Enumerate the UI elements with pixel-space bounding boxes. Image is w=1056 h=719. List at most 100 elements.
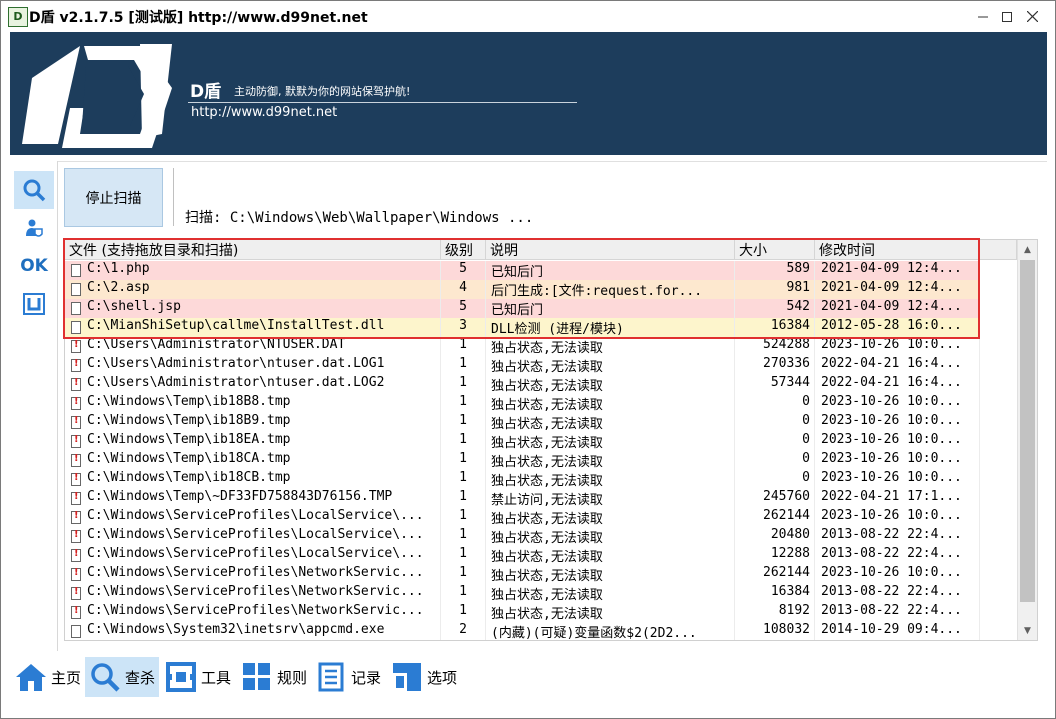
column-description[interactable]: 说明 <box>486 240 735 260</box>
table-row[interactable]: C:\Users\Administrator\ntuser.dat.LOG11独… <box>65 356 980 375</box>
cell-path: C:\Windows\ServiceProfiles\LocalService\… <box>65 527 441 546</box>
table-row[interactable]: C:\Windows\ServiceProfiles\LocalService\… <box>65 527 980 546</box>
cell-path: C:\MianShiSetup\callme\InstallTest.dll <box>65 318 441 337</box>
cell-description: 独占状态,无法读取 <box>486 432 735 451</box>
cell-size: 12288 <box>735 546 815 565</box>
nav-log[interactable]: 记录 <box>311 657 385 697</box>
cell-modified-time: 2013-08-22 22:4... <box>815 546 980 565</box>
cell-level: 1 <box>441 375 486 394</box>
cell-level: 1 <box>441 508 486 527</box>
column-modified-time[interactable]: 修改时间 <box>815 240 1017 260</box>
cell-size: 0 <box>735 470 815 489</box>
cell-modified-time: 2013-08-22 22:4... <box>815 603 980 622</box>
close-button[interactable] <box>1009 1 1055 32</box>
cell-modified-time: 2023-10-26 10:0... <box>815 470 980 489</box>
table-row[interactable]: C:\2.asp 4 后门生成:[文件:request.for... 981 2021-… <box>65 280 980 299</box>
cell-path: C:\Windows\Temp\ib18B8.tmp <box>65 394 441 413</box>
search-icon <box>89 661 121 693</box>
home-icon <box>15 661 47 693</box>
table-row[interactable]: C:\shell.jsp 5 已知后门 542 2021-04-09 12:4... <box>65 299 980 318</box>
cell-description: 禁止访问,无法读取 <box>486 489 735 508</box>
cell-level: 1 <box>441 489 486 508</box>
cell-size: 20480 <box>735 527 815 546</box>
table-row[interactable]: C:\Windows\Temp\ib18B9.tmp1独占状态,无法读取0202… <box>65 413 980 432</box>
cell-level: 1 <box>441 356 486 375</box>
table-row[interactable]: C:\Windows\Temp\ib18EA.tmp1独占状态,无法读取0202… <box>65 432 980 451</box>
cell-description: 独占状态,无法读取 <box>486 508 735 527</box>
column-size[interactable]: 大小 <box>735 240 815 260</box>
nav-tools-label: 工具 <box>201 668 232 687</box>
vertical-scrollbar[interactable]: ▲ ▼ <box>1017 240 1037 640</box>
column-file[interactable]: 文件 (支持拖放目录和扫描) <box>65 240 441 260</box>
table-row[interactable]: C:\Windows\ServiceProfiles\LocalService\… <box>65 508 980 527</box>
table-row[interactable]: C:\Windows\ServiceProfiles\LocalService\… <box>65 546 980 565</box>
cell-level: 2 <box>441 622 486 640</box>
cell-modified-time: 2022-04-21 16:4... <box>815 356 980 375</box>
cell-path: C:\shell.jsp <box>65 299 441 318</box>
nav-options[interactable]: 选项 <box>387 657 461 697</box>
search-icon <box>23 179 46 202</box>
table-row[interactable]: C:\MianShiSetup\callme\InstallTest.dll 3 D… <box>65 318 980 337</box>
banner-divider <box>188 102 577 103</box>
cell-size: 0 <box>735 394 815 413</box>
cell-level: 1 <box>441 337 486 356</box>
table-row[interactable]: C:\Windows\Temp\~DF33FD758843D76156.TMP1… <box>65 489 980 508</box>
slogan: 主动防御, 默默为你的网站保驾护航! <box>234 85 411 98</box>
content-top-border <box>58 161 1047 162</box>
cell-path: C:\Windows\Temp\ib18CB.tmp <box>65 470 441 489</box>
cell-modified-time: 2023-10-26 10:0... <box>815 565 980 584</box>
cell-modified-time: 2021-04-09 12:4... <box>815 280 980 299</box>
cell-description: 独占状态,无法读取 <box>486 546 735 565</box>
cell-level: 1 <box>441 603 486 622</box>
table-header: 文件 (支持拖放目录和扫描) 级别 说明 大小 修改时间 <box>65 240 1017 260</box>
cell-modified-time: 2012-05-28 16:0... <box>815 318 980 337</box>
cell-description: 独占状态,无法读取 <box>486 584 735 603</box>
cell-level: 1 <box>441 470 486 489</box>
cell-description: 已知后门 <box>486 261 735 280</box>
cell-description: 独占状态,无法读取 <box>486 375 735 394</box>
table-row[interactable]: C:\Windows\Temp\ib18B8.tmp1独占状态,无法读取0202… <box>65 394 980 413</box>
table-row[interactable]: C:\Users\Administrator\ntuser.dat.LOG21独… <box>65 375 980 394</box>
title-bar: D D盾 v2.1.7.5 [测试版] http://www.d99net.ne… <box>1 1 1055 32</box>
nav-rules[interactable]: 规则 <box>237 657 311 697</box>
scroll-thumb[interactable] <box>1020 260 1035 602</box>
rules-icon <box>241 661 273 693</box>
cell-path: C:\Users\Administrator\ntuser.dat.LOG1 <box>65 356 441 375</box>
cell-modified-time: 2023-10-26 10:0... <box>815 337 980 356</box>
table-row[interactable]: C:\Windows\Temp\ib18CA.tmp1独占状态,无法读取0202… <box>65 451 980 470</box>
sidebar-user-button[interactable] <box>14 209 54 247</box>
column-level[interactable]: 级别 <box>441 240 486 260</box>
banner-url[interactable]: http://www.d99net.net <box>191 105 337 120</box>
table-row[interactable]: C:\Windows\ServiceProfiles\NetworkServic… <box>65 565 980 584</box>
table-row[interactable]: C:\Windows\Temp\ib18CB.tmp1独占状态,无法读取0202… <box>65 470 980 489</box>
table-row[interactable]: C:\Windows\ServiceProfiles\NetworkServic… <box>65 603 980 622</box>
nav-home[interactable]: 主页 <box>11 657 85 697</box>
scroll-up-arrow-icon[interactable]: ▲ <box>1018 241 1037 258</box>
cell-level: 1 <box>441 584 486 603</box>
close-icon <box>1026 11 1038 22</box>
table-row[interactable]: C:\1.php 5 已知后门 589 2021-04-09 12:4... <box>65 261 980 280</box>
cell-size: 108032 <box>735 622 815 640</box>
cell-modified-time: 2021-04-09 12:4... <box>815 299 980 318</box>
sidebar-frame-button[interactable] <box>14 285 54 323</box>
cell-description: 独占状态,无法读取 <box>486 603 735 622</box>
cell-description: 独占状态,无法读取 <box>486 565 735 584</box>
cell-size: 270336 <box>735 356 815 375</box>
sidebar-scan-button[interactable] <box>14 171 54 209</box>
tools-icon <box>165 661 197 693</box>
cell-description: 后门生成:[文件:request.for... <box>486 280 735 299</box>
results-table[interactable]: 文件 (支持拖放目录和扫描) 级别 说明 大小 修改时间 C:\1.php 5 已知… <box>64 239 1038 641</box>
nav-scan[interactable]: 查杀 <box>85 657 160 697</box>
cell-path: C:\Windows\ServiceProfiles\NetworkServic… <box>65 565 441 584</box>
cell-level: 4 <box>441 280 486 299</box>
cell-size: 542 <box>735 299 815 318</box>
table-row[interactable]: C:\Windows\System32\inetsrv\appcmd.exe 2(… <box>65 622 980 640</box>
sidebar-ok-button[interactable]: OK <box>14 247 54 285</box>
user-shield-icon <box>26 219 43 237</box>
cell-size: 16384 <box>735 318 815 337</box>
table-row[interactable]: C:\Windows\ServiceProfiles\NetworkServic… <box>65 584 980 603</box>
nav-tools[interactable]: 工具 <box>161 657 235 697</box>
scroll-down-arrow-icon[interactable]: ▼ <box>1018 622 1037 639</box>
table-row[interactable]: C:\Users\Administrator\NTUSER.DAT1独占状态,无… <box>65 337 980 356</box>
stop-scan-button[interactable]: 停止扫描 <box>64 168 163 227</box>
